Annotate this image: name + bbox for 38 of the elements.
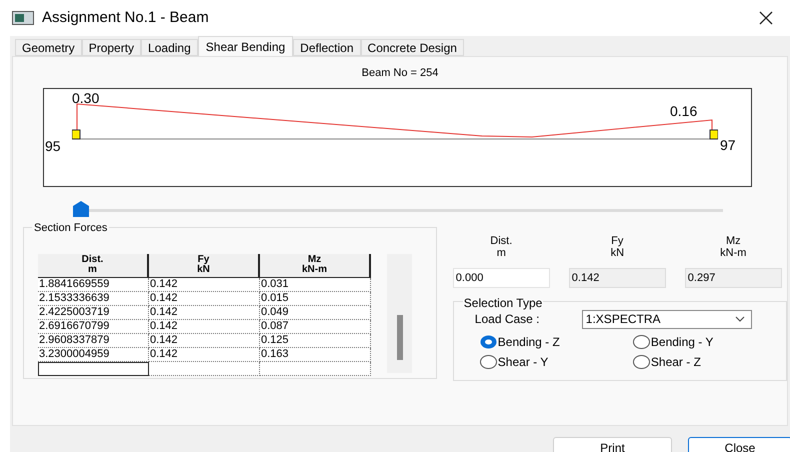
radio-button[interactable] [632,355,650,369]
new-row-cell[interactable] [38,362,149,376]
load-case-dropdown[interactable]: 1:XSPECTRA [582,310,752,328]
beam-number-label: Beam No = 254 [362,66,438,81]
end-node-label: 97 [720,136,736,154]
dialog-button[interactable]: Close [688,437,790,452]
chevron-down-icon [734,316,745,322]
end-value-label: 0.16 [670,102,698,120]
tab[interactable]: Property [82,39,142,56]
dialog-button[interactable]: Print [553,437,672,452]
readout-field[interactable]: 0.142 [568,268,666,288]
scrollbar[interactable] [387,254,412,372]
start-value-label: 0.30 [72,88,100,108]
readout-field[interactable]: 0.297 [684,268,782,288]
tab[interactable]: Deflection [293,39,361,56]
position-slider[interactable] [73,200,723,216]
load-case-label: Load Case : [474,311,541,328]
radio-option[interactable]: Shear - Y [480,354,633,370]
radio-option[interactable]: Bending - Y [632,334,786,350]
readout-label: Fy kN [610,234,624,258]
radio-option[interactable]: Bending - Z [480,334,633,350]
table-cell: 3.2300004959 [38,348,149,362]
window-icon [12,11,34,25]
readout-field[interactable]: 0.000 [452,268,550,288]
tab[interactable]: Shear Bending [198,36,294,56]
tab[interactable]: Geometry [15,39,82,56]
readout-label: Mz kN-m [720,234,746,258]
radio-button[interactable] [632,335,650,349]
readout-label: Dist. m [490,234,512,258]
radio-button[interactable] [480,335,497,349]
radio-option[interactable]: Shear - Z [632,354,786,370]
tab[interactable]: Loading [141,39,198,56]
radio-button[interactable] [480,355,497,369]
start-node-label: 95 [45,136,61,156]
slider-thumb[interactable] [73,200,89,216]
window-title: Assignment No.1 - Beam [42,8,209,28]
close-icon[interactable] [758,10,774,26]
tab[interactable]: Concrete Design [360,39,464,56]
